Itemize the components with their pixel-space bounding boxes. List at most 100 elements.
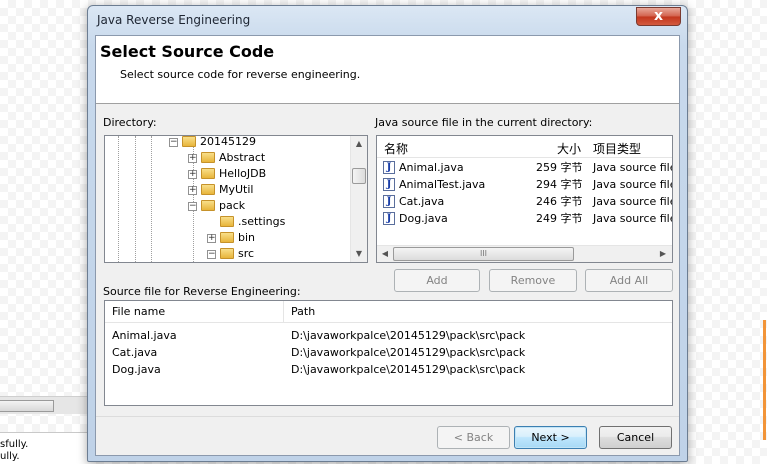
collapse-icon[interactable]: −	[188, 201, 197, 211]
footer-divider	[96, 416, 679, 417]
title-bar[interactable]: Java Reverse Engineering x	[88, 6, 687, 34]
java-files-label: Java source file in the current director…	[375, 116, 593, 129]
column-separator[interactable]	[283, 301, 284, 323]
tree-vertical-scrollbar[interactable]: ▲ ▼	[350, 136, 367, 262]
tree-guide-line	[151, 136, 152, 262]
scroll-up-icon[interactable]: ▲	[351, 136, 367, 152]
source-file-name: Cat.java	[112, 346, 158, 359]
tree-guide-line	[118, 136, 119, 262]
folder-icon	[201, 167, 215, 179]
source-file-table-header: File name Path	[105, 301, 672, 323]
expand-icon[interactable]: +	[207, 233, 216, 243]
folder-icon	[220, 215, 234, 227]
java-file-row[interactable]: J AnimalTest.java 294 字节 Java source fil…	[377, 176, 672, 193]
tree-node-20145129[interactable]: − 20145129	[169, 135, 256, 150]
java-file-size: 246 字节	[536, 195, 583, 208]
java-file-size: 249 字节	[536, 212, 583, 225]
tree-node-pack[interactable]: − pack	[188, 198, 245, 214]
java-file-list-header: 名称 大小 项目类型	[377, 136, 672, 158]
console-line: sfully.	[0, 439, 29, 450]
scroll-thumb[interactable]	[352, 168, 366, 184]
close-icon: x	[653, 8, 664, 24]
tree-node-bin[interactable]: + bin	[207, 230, 255, 246]
folder-icon	[201, 183, 215, 195]
tree-guide-line	[135, 136, 136, 262]
java-file-icon: J	[383, 178, 395, 191]
tree-node-label: HelloJDB	[219, 167, 267, 180]
column-header-file-name[interactable]: File name	[112, 305, 165, 318]
background-accent-line	[763, 320, 766, 440]
java-file-row[interactable]: J Animal.java 259 字节 Java source file	[377, 159, 672, 176]
next-button[interactable]: Next >	[514, 426, 587, 449]
background-scrollbar-thumb	[0, 400, 54, 412]
scroll-thumb[interactable]: III	[393, 247, 574, 261]
background-console: sfully. ully.	[0, 432, 88, 464]
source-file-path: D:\javaworkpalce\20145129\pack\src\pack	[291, 346, 526, 359]
java-file-row[interactable]: J Dog.java 249 字节 Java source file	[377, 210, 672, 227]
cancel-button[interactable]: Cancel	[599, 426, 672, 449]
source-file-path: D:\javaworkpalce\20145129\pack\src\pack	[291, 363, 526, 376]
tree-node-src[interactable]: − src	[207, 246, 254, 262]
expand-icon[interactable]: +	[188, 169, 197, 179]
java-file-name: Dog.java	[399, 212, 448, 225]
tree-node-settings[interactable]: .settings	[220, 214, 285, 230]
back-button[interactable]: < Back	[437, 426, 510, 449]
column-separator[interactable]	[672, 301, 673, 323]
tree-node-label: pack	[219, 199, 246, 212]
scroll-left-icon[interactable]: ◀	[377, 246, 393, 262]
java-list-horizontal-scrollbar[interactable]: ◀ III ▶	[377, 245, 672, 262]
folder-icon	[220, 247, 234, 259]
add-button[interactable]: Add	[394, 269, 480, 292]
tree-node-myutil[interactable]: + MyUtil	[188, 182, 253, 198]
source-file-name: Dog.java	[112, 363, 161, 376]
background-scrollbar	[0, 396, 88, 414]
java-file-name: AnimalTest.java	[399, 178, 486, 191]
java-file-name: Animal.java	[399, 161, 464, 174]
tree-node-label: src	[238, 247, 255, 260]
column-header-size[interactable]: 大小	[557, 140, 581, 157]
source-files-label: Source file for Reverse Engineering:	[103, 285, 301, 298]
window-title: Java Reverse Engineering	[97, 13, 251, 27]
table-row[interactable]: Animal.java D:\javaworkpalce\20145129\pa…	[105, 327, 672, 344]
remove-button[interactable]: Remove	[489, 269, 577, 292]
grip-icon: III	[479, 249, 488, 258]
java-file-type: Java source file	[593, 161, 673, 174]
source-file-table[interactable]: File name Path Animal.java D:\javaworkpa…	[104, 300, 673, 406]
java-file-row[interactable]: J Cat.java 246 字节 Java source file	[377, 193, 672, 210]
close-button[interactable]: x	[636, 7, 681, 26]
table-row[interactable]: Cat.java D:\javaworkpalce\20145129\pack\…	[105, 344, 672, 361]
directory-label: Directory:	[103, 116, 157, 129]
column-header-type[interactable]: 项目类型	[593, 140, 641, 157]
source-file-name: Animal.java	[112, 329, 177, 342]
java-file-size: 294 字节	[536, 178, 583, 191]
column-header-name[interactable]: 名称	[384, 140, 408, 157]
tree-node-abstract[interactable]: + Abstract	[188, 150, 265, 166]
reverse-engineering-dialog: Java Reverse Engineering x Select Source…	[87, 5, 688, 462]
directory-tree[interactable]: − 20145129 + Abstract + HelloJDB + MyUtil − p…	[104, 135, 368, 263]
java-file-icon: J	[383, 161, 395, 174]
folder-icon	[182, 136, 196, 147]
java-file-type: Java source file	[593, 195, 673, 208]
add-all-button[interactable]: Add All	[585, 269, 673, 292]
folder-icon	[201, 199, 215, 211]
scroll-down-icon[interactable]: ▼	[351, 246, 367, 262]
tree-node-label: 20145129	[200, 135, 256, 148]
java-file-type: Java source file	[593, 212, 673, 225]
tree-node-label: Abstract	[219, 151, 266, 164]
collapse-icon[interactable]: −	[169, 137, 178, 147]
column-header-path[interactable]: Path	[291, 305, 315, 318]
table-row[interactable]: Dog.java D:\javaworkpalce\20145129\pack\…	[105, 361, 672, 378]
wizard-header: Select Source Code Select source code fo…	[96, 36, 679, 104]
tree-node-hellojdb[interactable]: + HelloJDB	[188, 166, 266, 182]
expand-icon[interactable]: +	[188, 185, 197, 195]
java-file-list[interactable]: 名称 大小 项目类型 J Animal.java 259 字节 Java sou…	[376, 135, 673, 263]
collapse-icon[interactable]: −	[207, 249, 216, 259]
dialog-body: Select Source Code Select source code fo…	[95, 35, 680, 456]
folder-icon	[201, 151, 215, 163]
java-file-type: Java source file	[593, 178, 673, 191]
scroll-right-icon[interactable]: ▶	[655, 246, 671, 262]
tree-node-label: bin	[238, 231, 256, 244]
tree-node-label: .settings	[238, 215, 286, 228]
expand-icon[interactable]: +	[188, 153, 197, 163]
java-file-icon: J	[383, 212, 395, 225]
